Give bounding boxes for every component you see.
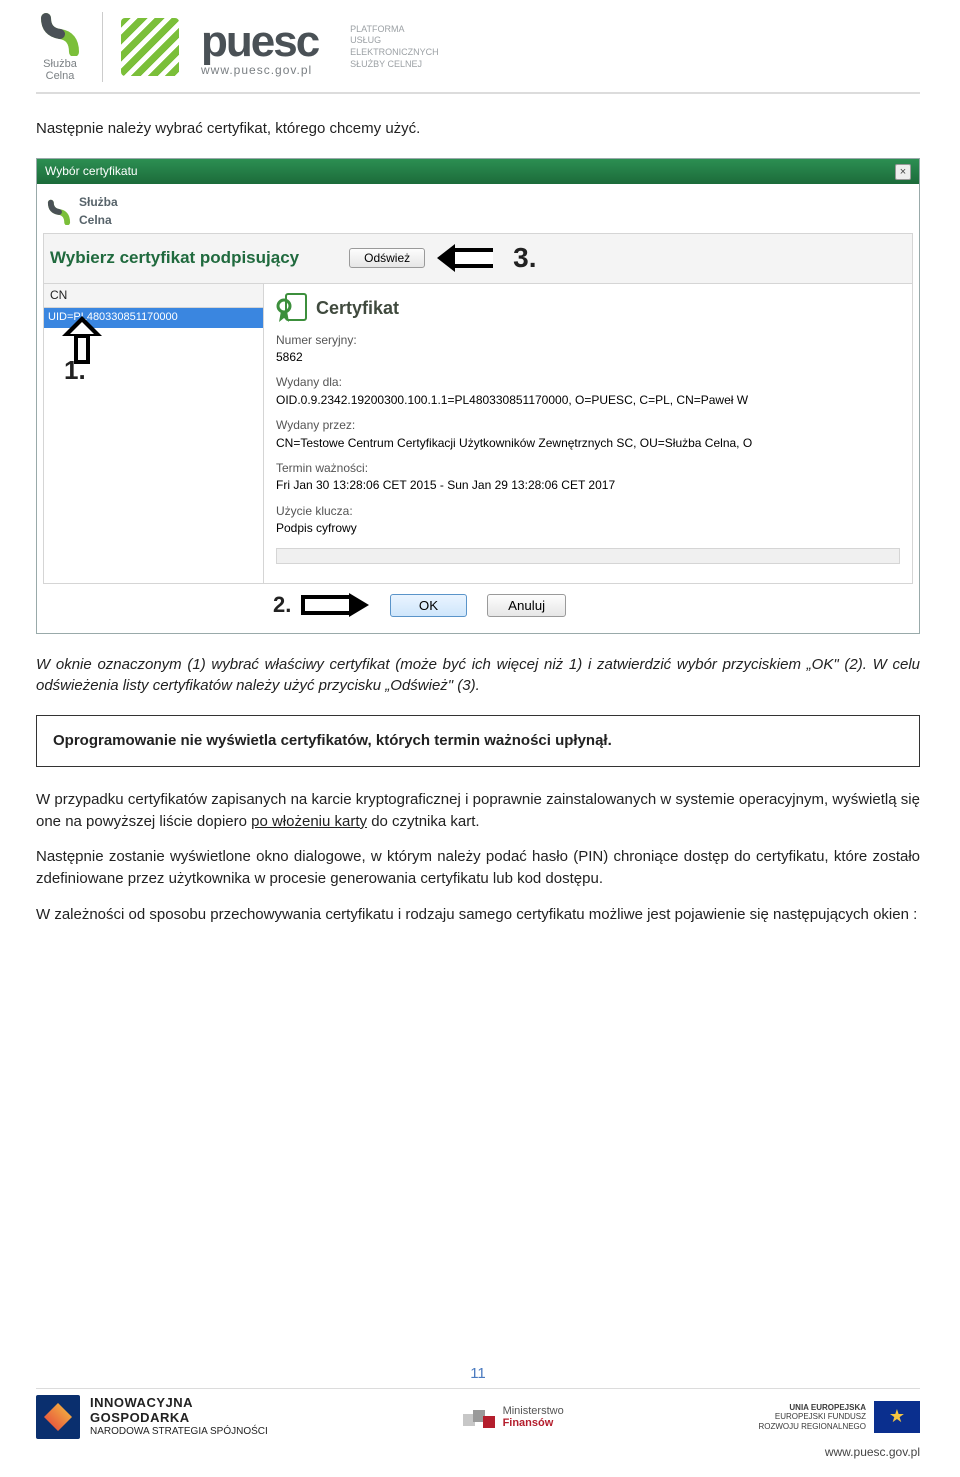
sc-logo-icon bbox=[36, 12, 84, 56]
dialog-heading: Wybierz certyfikat podpisujący bbox=[50, 246, 299, 271]
sn-label: Numer seryjny: bbox=[276, 332, 900, 349]
document-body: Następnie należy wybrać certyfikat, któr… bbox=[0, 118, 960, 926]
p3-underline: po włożeniu karty bbox=[251, 813, 367, 830]
validity-value: Fri Jan 30 13:28:06 CET 2015 - Sun Jan 2… bbox=[276, 477, 900, 494]
page-footer: 11 INNOWACYJNA GOSPODARKA NARODOWA STRAT… bbox=[0, 1365, 960, 1459]
certificate-icon bbox=[276, 292, 308, 324]
keyuse-label: Użycie klucza: bbox=[276, 503, 900, 520]
para-3: W przypadku certyfikatów zapisanych na k… bbox=[36, 789, 920, 833]
issued-by-label: Wydany przez: bbox=[276, 417, 900, 434]
horizontal-scrollbar[interactable] bbox=[276, 548, 900, 564]
header-underline bbox=[36, 92, 920, 94]
refresh-button[interactable]: Odśwież bbox=[349, 248, 425, 268]
page-header: Służba Celna puesc www.puesc.gov.pl PLAT… bbox=[0, 0, 960, 92]
dlg-logo-txt2: Celna bbox=[79, 212, 118, 229]
eu-logo: UNIA EUROPEJSKA EUROPEJSKI FUNDUSZ ROZWO… bbox=[758, 1401, 920, 1433]
arrow-right-icon bbox=[299, 593, 369, 617]
p3-part-b: do czytnika kart. bbox=[367, 813, 480, 830]
tag-line-2: USŁUG bbox=[350, 35, 439, 47]
eu-line3: ROZWOJU REGIONALNEGO bbox=[758, 1422, 866, 1431]
validity-label: Termin ważności: bbox=[276, 460, 900, 477]
warning-box: Oprogramowanie nie wyświetla certyfikató… bbox=[36, 715, 920, 767]
tag-line-4: SŁUŻBY CELNEJ bbox=[350, 59, 439, 71]
cancel-button[interactable]: Anuluj bbox=[487, 594, 566, 617]
dialog-title-text: Wybór certyfikatu bbox=[45, 163, 138, 180]
eu-line2: EUROPEJSKI FUNDUSZ bbox=[775, 1412, 866, 1421]
issued-for-value: OID.0.9.2342.19200300.100.1.1=PL48033085… bbox=[276, 392, 900, 409]
annotation-2: 2. bbox=[273, 589, 291, 621]
column-header-cn: CN bbox=[44, 284, 263, 308]
keyuse-value: Podpis cyfrowy bbox=[276, 520, 900, 537]
sc-logo-small-icon bbox=[45, 199, 73, 225]
annotation-1: 1. bbox=[64, 352, 86, 390]
ok-button[interactable]: OK bbox=[390, 594, 467, 617]
annotation-3: 3. bbox=[513, 238, 536, 279]
dialog-footer: 2. OK Anuluj bbox=[43, 584, 913, 627]
sluzba-celna-logo: Służba Celna bbox=[36, 12, 84, 82]
mf-line1: Ministerstwo bbox=[503, 1405, 564, 1417]
puesc-stripes-icon bbox=[121, 18, 179, 76]
sn-value: 5862 bbox=[276, 349, 900, 366]
tag-line-3: ELEKTRONICZNYCH bbox=[350, 47, 439, 59]
puesc-word: puesc bbox=[201, 17, 318, 67]
cert-dialog-screenshot: Wybór certyfikatu × Służba Celna Wybierz… bbox=[36, 158, 920, 634]
ig-logo-icon bbox=[36, 1395, 80, 1439]
ministerstwo-finansow-logo: Ministerstwo Finansów bbox=[463, 1405, 564, 1429]
cert-details-panel: Certyfikat Numer seryjny: 5862 Wydany dl… bbox=[264, 284, 912, 583]
cert-title: Certyfikat bbox=[316, 295, 399, 321]
annotation-2-group: 2. bbox=[273, 589, 369, 621]
puesc-url: www.puesc.gov.pl bbox=[201, 63, 318, 77]
cert-dialog: Wybór certyfikatu × Służba Celna Wybierz… bbox=[36, 158, 920, 634]
ig-line1: INNOWACYJNA bbox=[90, 1395, 193, 1410]
sc-name-2: Celna bbox=[46, 70, 75, 82]
eu-flag-icon: ★ bbox=[874, 1401, 920, 1433]
close-icon[interactable]: × bbox=[895, 164, 911, 180]
puesc-logo-text: puesc www.puesc.gov.pl bbox=[201, 17, 318, 77]
dialog-titlebar: Wybór certyfikatu × bbox=[37, 159, 919, 184]
footer-url: www.puesc.gov.pl bbox=[36, 1445, 920, 1459]
para-5: W zależności od sposobu przechowywania c… bbox=[36, 904, 920, 926]
issued-by-value: CN=Testowe Centrum Certyfikacji Użytkown… bbox=[276, 435, 900, 452]
sc-name-1: Służba bbox=[43, 58, 77, 70]
ig-line3: NARODOWA STRATEGIA SPÓJNOŚCI bbox=[90, 1426, 268, 1437]
para-4: Następnie zostanie wyświetlone okno dial… bbox=[36, 846, 920, 890]
tag-line-1: PLATFORMA bbox=[350, 24, 439, 36]
ig-line2: GOSPODARKA bbox=[90, 1410, 190, 1425]
eu-line1: UNIA EUROPEJSKA bbox=[789, 1403, 866, 1412]
dialog-subheader: Wybierz certyfikat podpisujący Odśwież 3… bbox=[43, 233, 913, 284]
mf-icon bbox=[463, 1406, 497, 1428]
cert-list-panel: CN UID=PL480330851170000 1. bbox=[44, 284, 264, 583]
mf-line2: Finansów bbox=[503, 1417, 554, 1429]
dialog-logo-row: Służba Celna bbox=[43, 190, 913, 233]
puesc-tagline: PLATFORMA USŁUG ELEKTRONICZNYCH SŁUŻBY C… bbox=[350, 24, 439, 71]
page-number: 11 bbox=[36, 1365, 920, 1382]
arrow-left-icon bbox=[435, 244, 495, 272]
para-2: W oknie oznaczonym (1) wybrać właściwy c… bbox=[36, 654, 920, 698]
innowacyjna-gospodarka-logo: INNOWACYJNA GOSPODARKA NARODOWA STRATEGI… bbox=[36, 1395, 268, 1439]
para-1: Następnie należy wybrać certyfikat, któr… bbox=[36, 118, 920, 140]
header-separator bbox=[102, 12, 103, 82]
issued-for-label: Wydany dla: bbox=[276, 374, 900, 391]
dlg-logo-txt1: Służba bbox=[79, 194, 118, 211]
